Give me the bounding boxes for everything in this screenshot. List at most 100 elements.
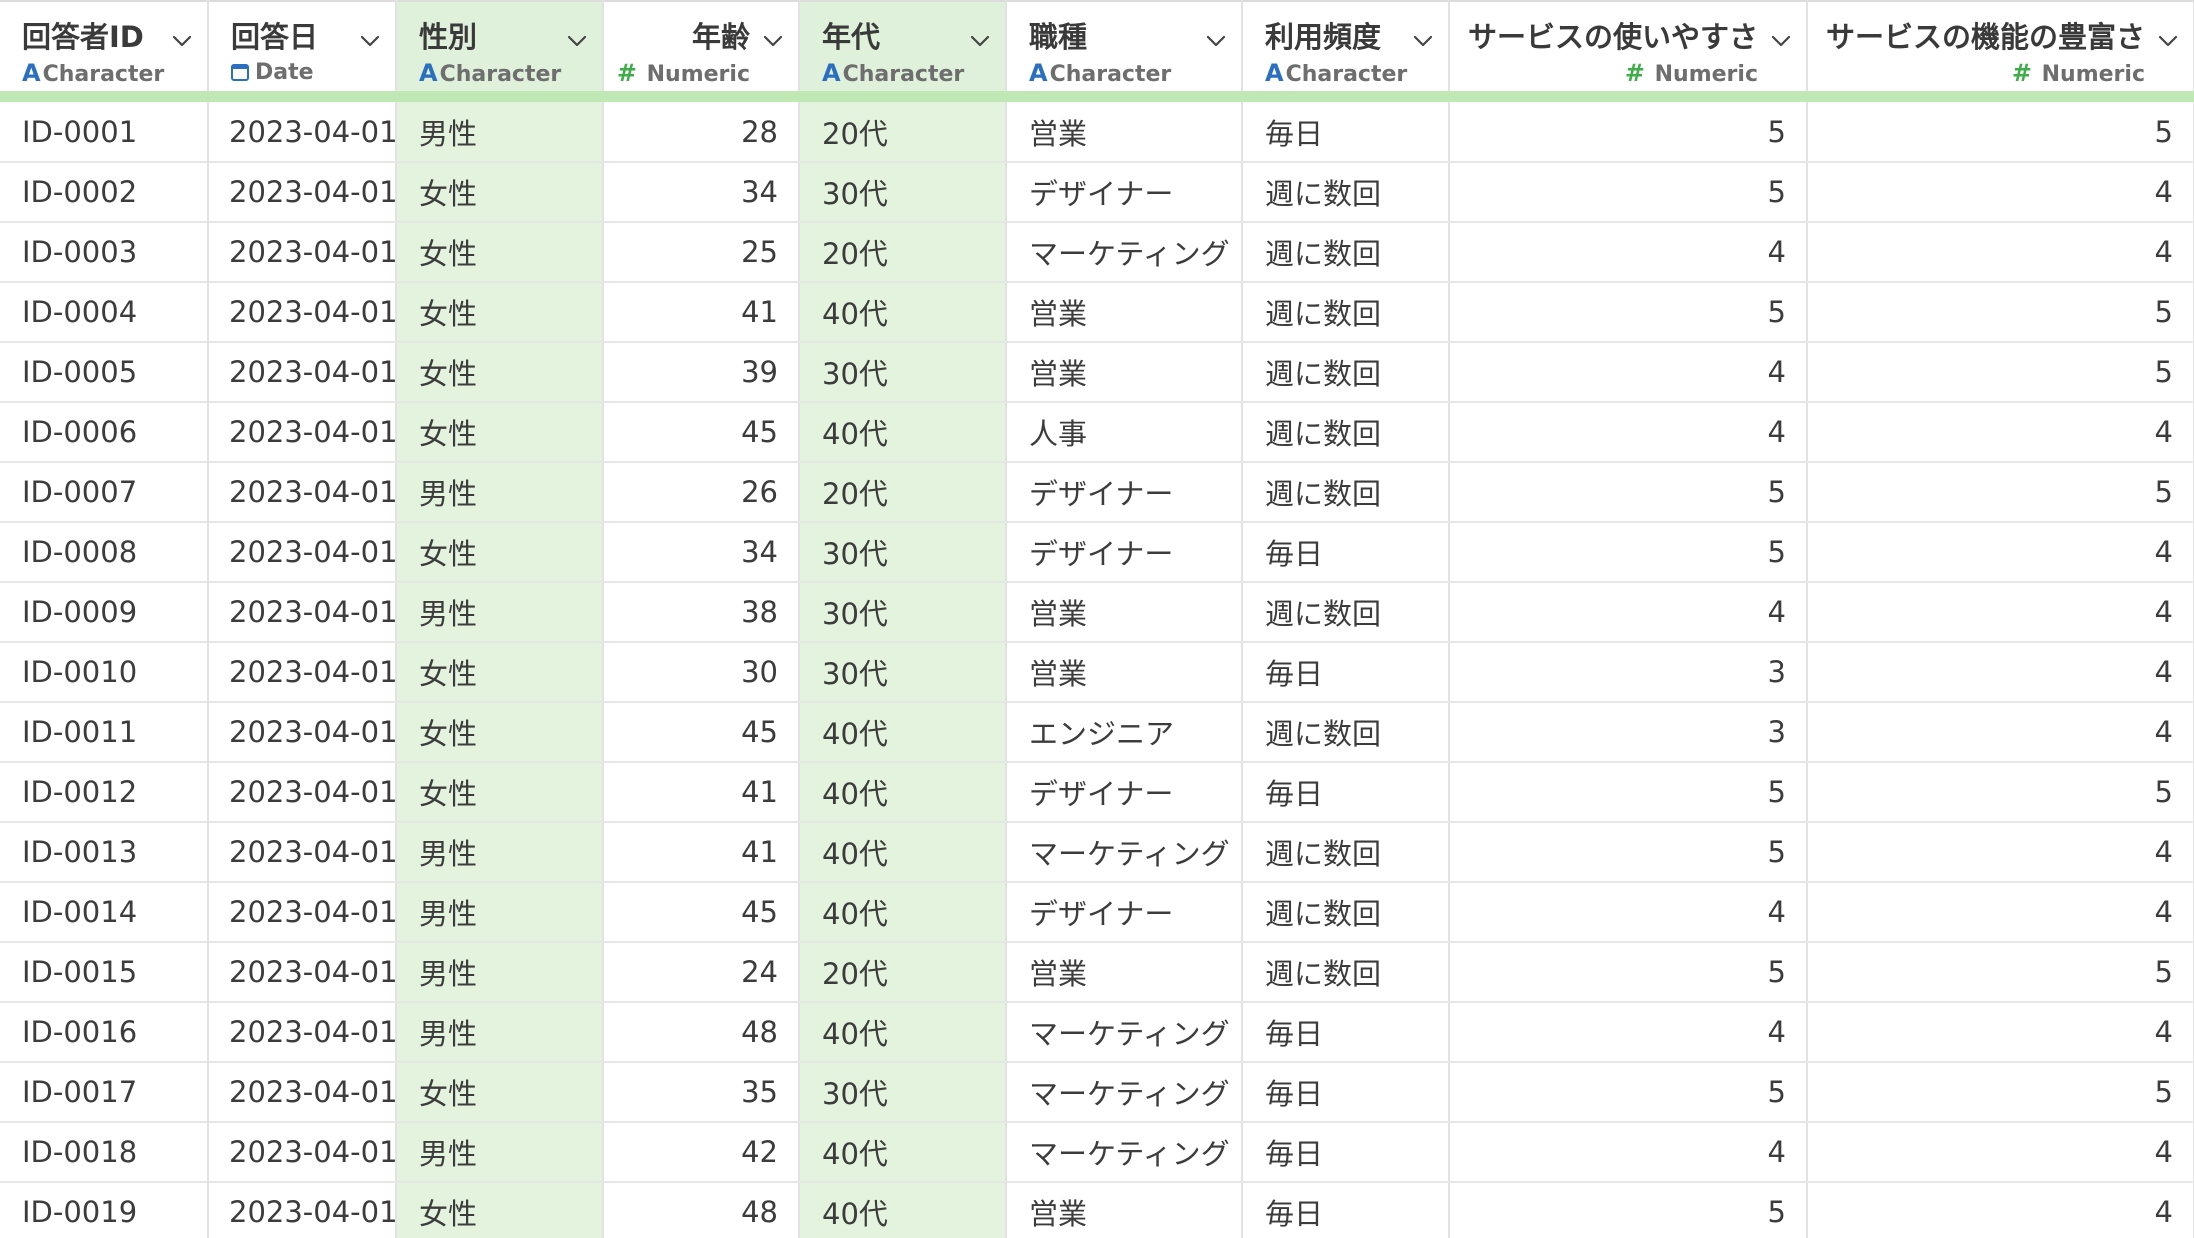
table-cell[interactable]: 4 — [1807, 882, 2194, 943]
table-cell[interactable]: 2023-04-01 — [208, 942, 397, 1003]
table-cell[interactable]: 20代 — [799, 102, 1007, 163]
table-cell[interactable]: デザイナー — [1006, 462, 1243, 523]
table-cell[interactable]: 週に数回 — [1242, 582, 1450, 643]
table-cell[interactable]: 20代 — [799, 942, 1007, 1003]
table-cell[interactable]: 5 — [1807, 102, 2194, 163]
table-cell[interactable]: ID-0002 — [0, 162, 209, 223]
table-cell[interactable]: 女性 — [396, 702, 604, 763]
table-cell[interactable]: 30代 — [799, 342, 1007, 403]
table-cell[interactable]: 2023-04-01 — [208, 1122, 397, 1183]
table-cell[interactable]: 4 — [1449, 222, 1808, 283]
table-cell[interactable]: 20代 — [799, 222, 1007, 283]
table-cell[interactable]: 週に数回 — [1242, 882, 1450, 943]
table-cell[interactable]: 週に数回 — [1242, 402, 1450, 463]
table-cell[interactable]: 2023-04-01 — [208, 762, 397, 823]
table-cell[interactable]: 2023-04-01 — [208, 1002, 397, 1063]
table-cell[interactable]: マーケティング — [1006, 1002, 1243, 1063]
table-row[interactable]: ID-0009 2023-04-01 男性 38 30代 営業 週に数回 4 4 — [0, 582, 2194, 643]
table-cell[interactable]: 毎日 — [1242, 1062, 1450, 1123]
table-cell[interactable]: 男性 — [396, 822, 604, 883]
table-cell[interactable]: 2023-04-01 — [208, 462, 397, 523]
table-row[interactable]: ID-0004 2023-04-01 女性 41 40代 営業 週に数回 5 5 — [0, 282, 2194, 343]
table-cell[interactable]: 4 — [1807, 642, 2194, 703]
table-cell[interactable]: マーケティング — [1006, 1122, 1243, 1183]
table-cell[interactable]: マーケティング — [1006, 222, 1243, 283]
table-cell[interactable]: 2023-04-01 — [208, 1182, 397, 1238]
table-cell[interactable]: 5 — [1449, 282, 1808, 343]
table-cell[interactable]: ID-0010 — [0, 642, 209, 703]
table-cell[interactable]: 2023-04-01 — [208, 342, 397, 403]
table-cell[interactable]: 5 — [1449, 462, 1808, 523]
table-cell[interactable]: ID-0015 — [0, 942, 209, 1003]
table-cell[interactable]: 営業 — [1006, 282, 1243, 343]
table-cell[interactable]: 2023-04-01 — [208, 522, 397, 583]
table-cell[interactable]: 営業 — [1006, 942, 1243, 1003]
table-row[interactable]: ID-0003 2023-04-01 女性 25 20代 マーケティング 週に数回 4 4 — [0, 222, 2194, 283]
table-cell[interactable]: 20代 — [799, 462, 1007, 523]
table-cell[interactable]: 5 — [1449, 162, 1808, 223]
table-cell[interactable]: 35 — [603, 1062, 800, 1123]
table-cell[interactable]: 営業 — [1006, 582, 1243, 643]
table-cell[interactable]: 男性 — [396, 582, 604, 643]
column-header-6[interactable]: 利用頻度 ACharacter — [1242, 0, 1450, 91]
table-row[interactable]: ID-0015 2023-04-01 男性 24 20代 営業 週に数回 5 5 — [0, 942, 2194, 1003]
table-cell[interactable]: マーケティング — [1006, 822, 1243, 883]
table-cell[interactable]: 4 — [1449, 342, 1808, 403]
table-cell[interactable]: 4 — [1807, 582, 2194, 643]
table-cell[interactable]: 週に数回 — [1242, 282, 1450, 343]
table-cell[interactable]: 5 — [1807, 342, 2194, 403]
table-row[interactable]: ID-0012 2023-04-01 女性 41 40代 デザイナー 毎日 5 5 — [0, 762, 2194, 823]
table-row[interactable]: ID-0013 2023-04-01 男性 41 40代 マーケティング 週に数回 5 4 — [0, 822, 2194, 883]
table-cell[interactable]: 48 — [603, 1182, 800, 1238]
table-cell[interactable]: 4 — [1449, 882, 1808, 943]
table-cell[interactable]: 週に数回 — [1242, 342, 1450, 403]
column-header-5[interactable]: 職種 ACharacter — [1006, 0, 1243, 91]
table-cell[interactable]: 女性 — [396, 762, 604, 823]
table-cell[interactable]: ID-0009 — [0, 582, 209, 643]
table-cell[interactable]: ID-0011 — [0, 702, 209, 763]
table-cell[interactable]: 毎日 — [1242, 1122, 1450, 1183]
table-row[interactable]: ID-0018 2023-04-01 男性 42 40代 マーケティング 毎日 4 4 — [0, 1122, 2194, 1183]
column-header-4[interactable]: 年代 ACharacter — [799, 0, 1007, 91]
table-cell[interactable]: 4 — [1807, 222, 2194, 283]
table-cell[interactable]: 4 — [1449, 582, 1808, 643]
table-cell[interactable]: 4 — [1807, 1122, 2194, 1183]
chevron-down-icon[interactable] — [762, 30, 784, 52]
table-cell[interactable]: 40代 — [799, 1122, 1007, 1183]
table-cell[interactable]: ID-0008 — [0, 522, 209, 583]
table-cell[interactable]: 5 — [1807, 942, 2194, 1003]
table-cell[interactable]: デザイナー — [1006, 762, 1243, 823]
table-cell[interactable]: 4 — [1807, 522, 2194, 583]
table-cell[interactable]: ID-0007 — [0, 462, 209, 523]
table-cell[interactable]: 4 — [1449, 402, 1808, 463]
table-cell[interactable]: 30代 — [799, 582, 1007, 643]
chevron-down-icon[interactable] — [2157, 30, 2179, 52]
table-cell[interactable]: 2023-04-01 — [208, 1062, 397, 1123]
table-row[interactable]: ID-0010 2023-04-01 女性 30 30代 営業 毎日 3 4 — [0, 642, 2194, 703]
table-cell[interactable]: 5 — [1449, 1062, 1808, 1123]
table-cell[interactable]: 2023-04-01 — [208, 642, 397, 703]
table-cell[interactable]: 5 — [1807, 462, 2194, 523]
table-cell[interactable]: 週に数回 — [1242, 942, 1450, 1003]
table-row[interactable]: ID-0006 2023-04-01 女性 45 40代 人事 週に数回 4 4 — [0, 402, 2194, 463]
table-row[interactable]: ID-0002 2023-04-01 女性 34 30代 デザイナー 週に数回 5 4 — [0, 162, 2194, 223]
table-cell[interactable]: 39 — [603, 342, 800, 403]
table-cell[interactable]: 女性 — [396, 522, 604, 583]
column-header-8[interactable]: サービスの機能の豊富さ # Numeric — [1807, 0, 2194, 91]
table-cell[interactable]: 4 — [1449, 1002, 1808, 1063]
table-row[interactable]: ID-0016 2023-04-01 男性 48 40代 マーケティング 毎日 4 4 — [0, 1002, 2194, 1063]
table-cell[interactable]: 30代 — [799, 1062, 1007, 1123]
table-cell[interactable]: 2023-04-01 — [208, 402, 397, 463]
table-cell[interactable]: 30 — [603, 642, 800, 703]
table-cell[interactable]: 34 — [603, 522, 800, 583]
table-cell[interactable]: 営業 — [1006, 342, 1243, 403]
table-cell[interactable]: ID-0003 — [0, 222, 209, 283]
table-cell[interactable]: 45 — [603, 702, 800, 763]
table-cell[interactable]: 女性 — [396, 642, 604, 703]
table-cell[interactable]: 5 — [1449, 522, 1808, 583]
table-cell[interactable]: 5 — [1449, 102, 1808, 163]
table-cell[interactable]: エンジニア — [1006, 702, 1243, 763]
table-cell[interactable]: 営業 — [1006, 1182, 1243, 1238]
table-cell[interactable]: ID-0001 — [0, 102, 209, 163]
table-cell[interactable]: 女性 — [396, 1182, 604, 1238]
